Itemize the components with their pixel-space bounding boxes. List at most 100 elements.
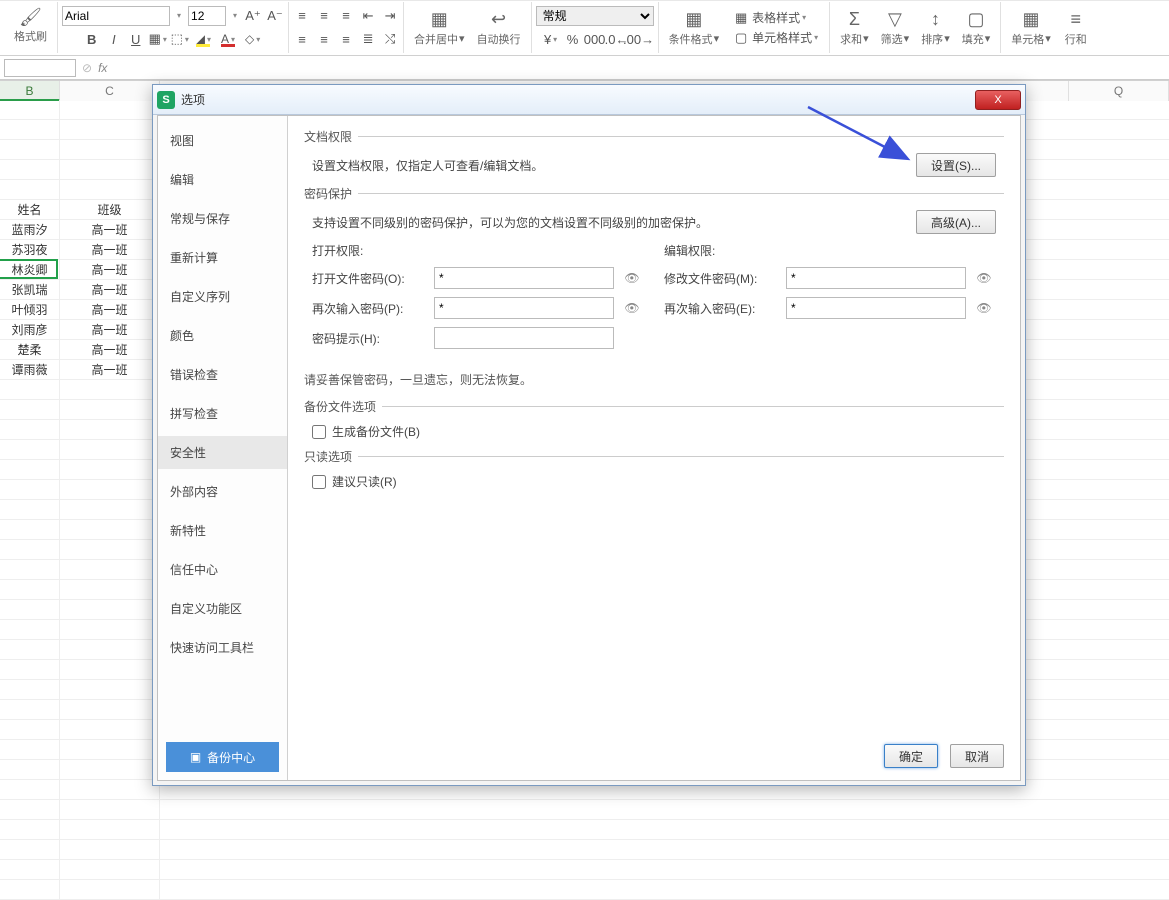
borders-button[interactable]: ▦▾ xyxy=(149,30,167,48)
fx-icon[interactable]: fx xyxy=(98,61,107,75)
filter-button[interactable]: ▽筛选▾ xyxy=(875,7,916,49)
edit-password-confirm-input[interactable] xyxy=(786,297,966,319)
col-header-B[interactable]: B xyxy=(0,81,60,101)
orientation-icon[interactable]: ⤭ xyxy=(381,30,399,48)
font-name-dropdown[interactable]: ▾ xyxy=(174,10,184,21)
cell-button[interactable]: ▦单元格▾ xyxy=(1005,7,1057,49)
cell-class[interactable] xyxy=(60,180,160,200)
cell-name[interactable]: 林炎卿 xyxy=(0,260,60,280)
fill-color-button[interactable]: ◢▾ xyxy=(193,31,214,47)
cell-class[interactable]: 高一班 xyxy=(60,320,160,340)
row-button[interactable]: ≡行和 xyxy=(1057,7,1095,49)
currency-icon[interactable]: ¥▾ xyxy=(542,30,560,48)
align-left-icon[interactable]: ≡ xyxy=(293,30,311,48)
eye-icon[interactable]: 👁 xyxy=(972,271,996,285)
doc-perm-settings-button[interactable]: 设置(S)... xyxy=(916,153,996,177)
cell-class[interactable]: 高一班 xyxy=(60,240,160,260)
col-header-Q[interactable]: Q xyxy=(1069,81,1169,101)
eye-icon[interactable]: 👁 xyxy=(620,301,644,315)
password-hint-input[interactable] xyxy=(434,327,614,349)
cell-class[interactable] xyxy=(60,160,160,180)
name-box[interactable] xyxy=(4,59,76,77)
fill-button[interactable]: ▢填充▾ xyxy=(956,7,997,49)
sidebar-item-11[interactable]: 信任中心 xyxy=(158,553,287,586)
sidebar-item-9[interactable]: 外部内容 xyxy=(158,475,287,508)
suggest-readonly-input[interactable] xyxy=(312,475,326,489)
cell-name[interactable]: 叶倾羽 xyxy=(0,300,60,320)
sidebar-item-1[interactable]: 编辑 xyxy=(158,163,287,196)
sidebar-item-10[interactable]: 新特性 xyxy=(158,514,287,547)
empty-row[interactable] xyxy=(0,820,1169,840)
cell-class[interactable]: 高一班 xyxy=(60,360,160,380)
cell-name[interactable] xyxy=(0,120,60,140)
cancel-button[interactable]: 取消 xyxy=(950,744,1004,768)
empty-row[interactable] xyxy=(0,800,1169,820)
cell-class[interactable] xyxy=(60,100,160,120)
table-style-button[interactable]: ▦表格样式▾ xyxy=(729,8,821,28)
empty-row[interactable] xyxy=(0,880,1169,900)
backup-center-button[interactable]: ▣ 备份中心 xyxy=(166,742,279,772)
font-size-combo[interactable] xyxy=(188,6,226,26)
align-right-icon[interactable]: ≡ xyxy=(337,30,355,48)
align-middle-icon[interactable]: ≡ xyxy=(315,7,333,25)
font-name-combo[interactable] xyxy=(62,6,170,26)
conditional-format-button[interactable]: ▦ 条件格式▾ xyxy=(663,7,726,49)
col-header-C[interactable]: C xyxy=(60,81,160,101)
cell-name[interactable] xyxy=(0,100,60,120)
suggest-readonly-checkbox[interactable]: 建议只读(R) xyxy=(312,473,996,490)
cell-name[interactable]: 张凯瑞 xyxy=(0,280,60,300)
align-center-icon[interactable]: ≡ xyxy=(315,30,333,48)
cell-name[interactable]: 苏羽夜 xyxy=(0,240,60,260)
sidebar-item-3[interactable]: 重新计算 xyxy=(158,241,287,274)
eye-icon[interactable]: 👁 xyxy=(620,271,644,285)
sidebar-item-13[interactable]: 快速访问工具栏 xyxy=(158,631,287,664)
merge-center-button[interactable]: ▦ 合并居中▾ xyxy=(408,7,471,49)
ok-button[interactable]: 确定 xyxy=(884,744,938,768)
sort-button[interactable]: ↕排序▾ xyxy=(915,7,956,49)
gen-backup-input[interactable] xyxy=(312,425,326,439)
cell-name[interactable]: 刘雨彦 xyxy=(0,320,60,340)
cell-class[interactable]: 高一班 xyxy=(60,280,160,300)
cell-class[interactable] xyxy=(60,120,160,140)
cell-class[interactable]: 高一班 xyxy=(60,340,160,360)
align-bottom-icon[interactable]: ≡ xyxy=(337,7,355,25)
cell-class[interactable]: 班级 xyxy=(60,200,160,220)
underline-button[interactable]: U xyxy=(127,30,145,48)
gen-backup-checkbox[interactable]: 生成备份文件(B) xyxy=(312,423,996,440)
align-top-icon[interactable]: ≡ xyxy=(293,7,311,25)
cancel-formula-icon[interactable]: ⊘ xyxy=(82,61,92,75)
sidebar-item-6[interactable]: 错误检查 xyxy=(158,358,287,391)
eye-icon[interactable]: 👁 xyxy=(972,301,996,315)
clear-format-button[interactable]: ◇▾ xyxy=(242,31,263,47)
cell-name[interactable]: 谭雨薇 xyxy=(0,360,60,380)
sidebar-item-8[interactable]: 安全性 xyxy=(158,436,287,469)
number-format-combo[interactable]: 常规 xyxy=(536,6,654,26)
bold-button[interactable]: B xyxy=(83,30,101,48)
cell-class[interactable] xyxy=(60,140,160,160)
decrease-indent-icon[interactable]: ⇤ xyxy=(359,7,377,25)
increase-font-icon[interactable]: A⁺ xyxy=(244,7,262,25)
sidebar-item-5[interactable]: 颜色 xyxy=(158,319,287,352)
cell-name[interactable]: 姓名 xyxy=(0,200,60,220)
cell-name[interactable]: 蓝雨汐 xyxy=(0,220,60,240)
wrap-text-button[interactable]: ↩ 自动换行 xyxy=(471,7,527,49)
increase-indent-icon[interactable]: ⇥ xyxy=(381,7,399,25)
edit-password-input[interactable] xyxy=(786,267,966,289)
cell-class[interactable]: 高一班 xyxy=(60,300,160,320)
comma-icon[interactable]: 000 xyxy=(586,30,604,48)
font-color-button[interactable]: A▾ xyxy=(218,31,238,47)
open-password-input[interactable] xyxy=(434,267,614,289)
sum-button[interactable]: Σ求和▾ xyxy=(834,7,875,49)
cell-name[interactable] xyxy=(0,160,60,180)
cell-name[interactable] xyxy=(0,140,60,160)
percent-icon[interactable]: % xyxy=(564,30,582,48)
cell-name[interactable]: 楚柔 xyxy=(0,340,60,360)
decrease-decimal-icon[interactable]: .00→ xyxy=(630,30,648,48)
sidebar-item-4[interactable]: 自定义序列 xyxy=(158,280,287,313)
italic-button[interactable]: I xyxy=(105,30,123,48)
format-painter-button[interactable]: 🖌 格式刷 xyxy=(8,4,53,46)
cell-class[interactable]: 高一班 xyxy=(60,260,160,280)
cell-style-button[interactable]: ▢单元格样式▾ xyxy=(729,28,821,48)
cell-name[interactable] xyxy=(0,180,60,200)
sidebar-item-12[interactable]: 自定义功能区 xyxy=(158,592,287,625)
